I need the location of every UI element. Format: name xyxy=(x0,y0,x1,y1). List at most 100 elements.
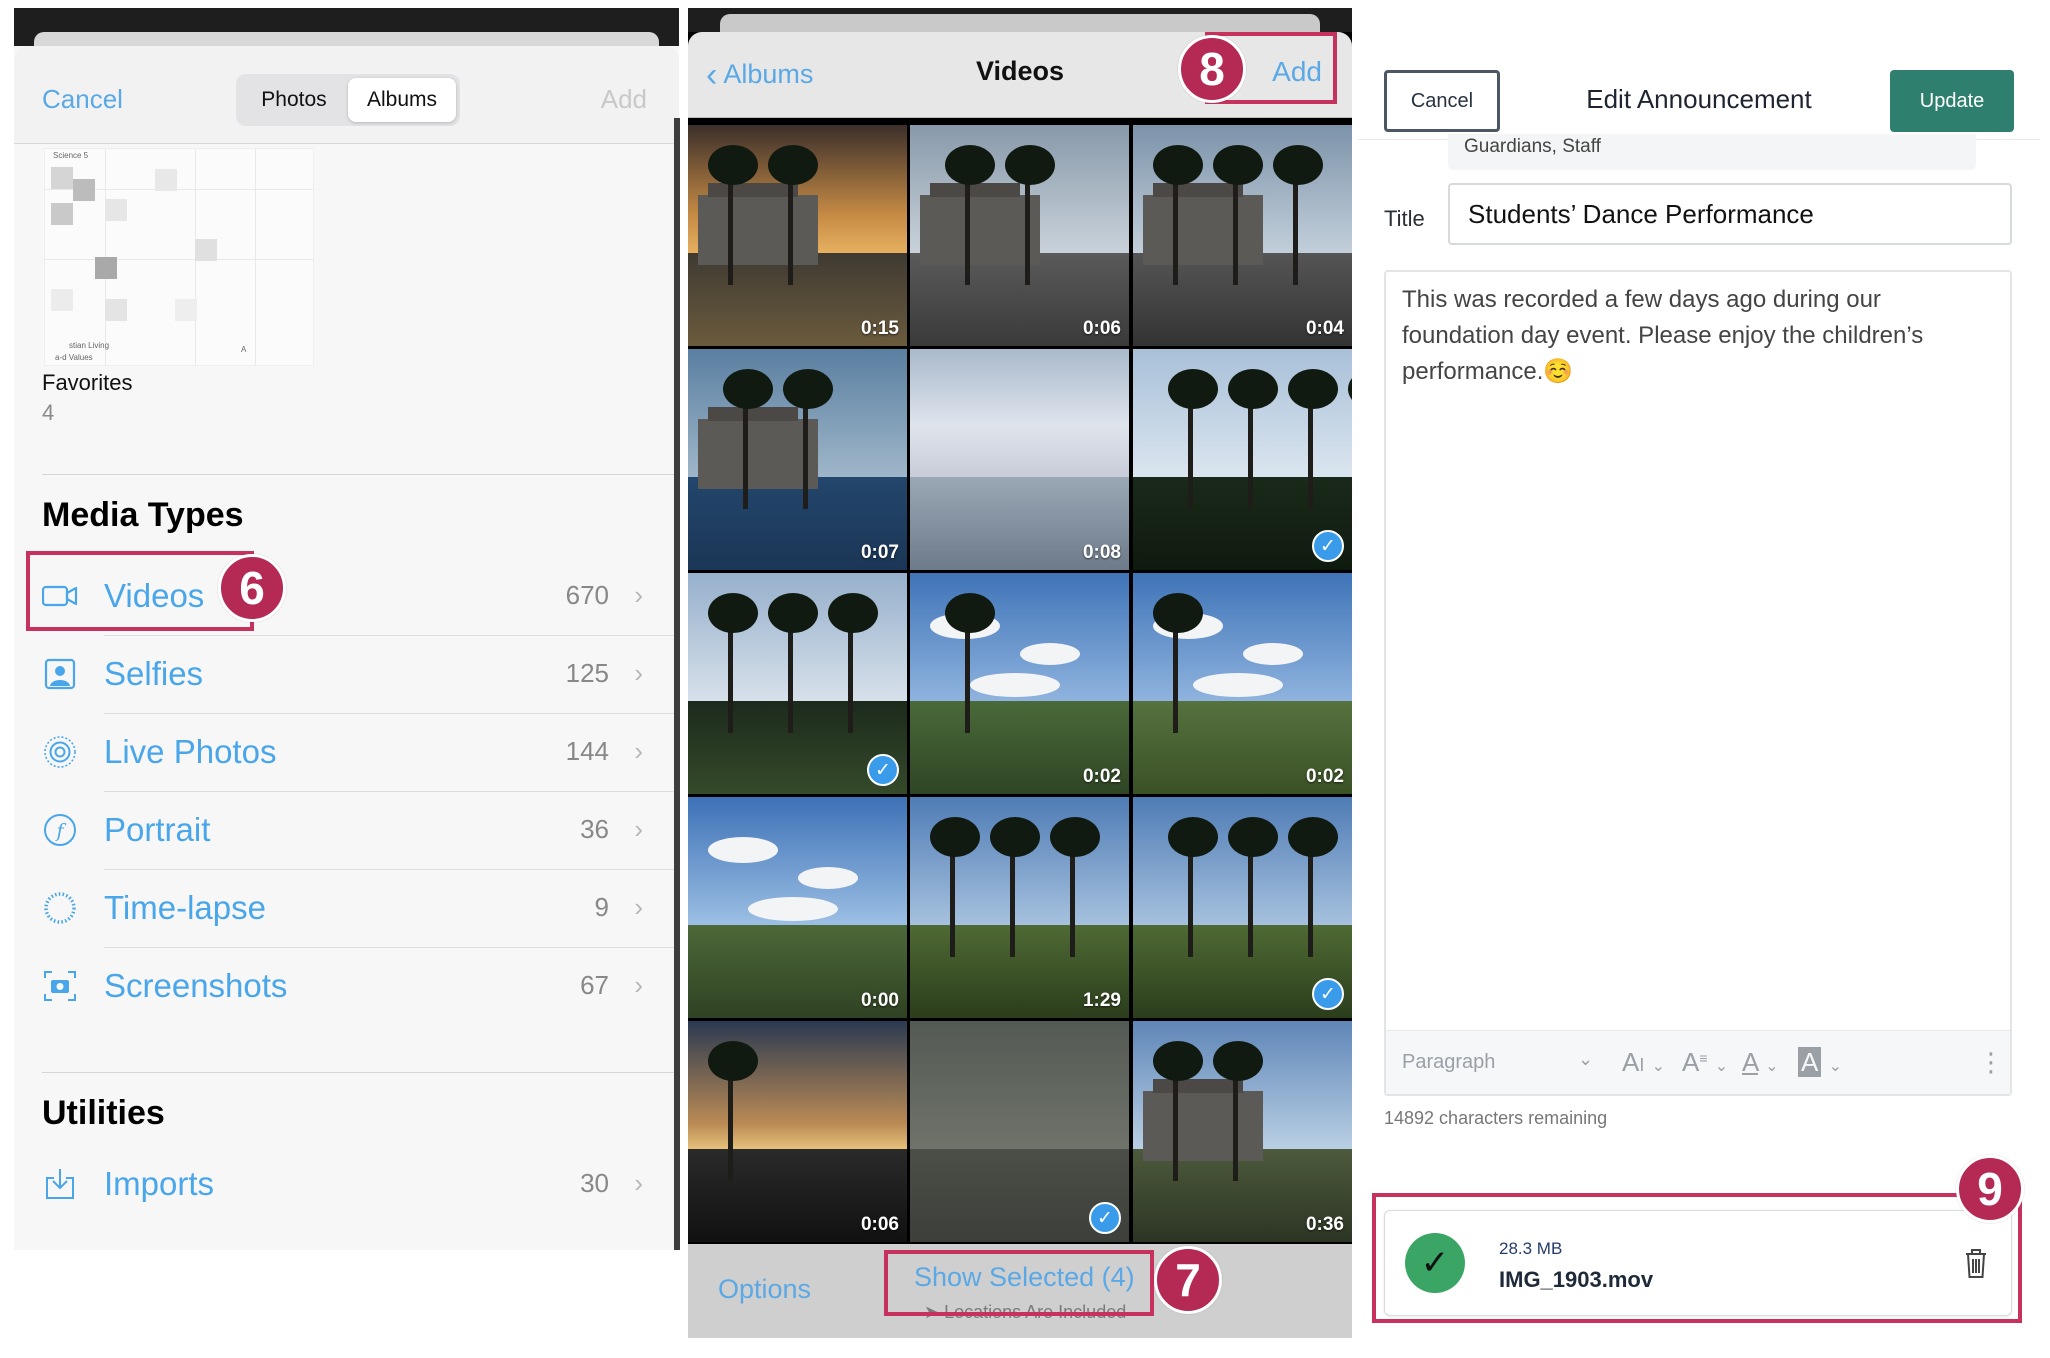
chevron-right-icon: › xyxy=(634,736,643,766)
paragraph-style-select[interactable]: Paragraph ⌄ xyxy=(1402,1049,1593,1074)
announcement-header: Cancel Edit Announcement Update xyxy=(1358,28,2040,140)
live-photo-icon xyxy=(44,736,76,768)
svg-text:f: f xyxy=(54,820,66,842)
show-selected-highlight-box xyxy=(884,1250,1154,1316)
thumbnail-text-2: stian Living xyxy=(69,341,110,350)
step-badge-7: 7 xyxy=(1154,1246,1222,1314)
media-types-header: Media Types xyxy=(42,496,244,534)
media-row-screenshots[interactable]: Screenshots 67 › xyxy=(14,948,679,1026)
utility-row-count: 30 xyxy=(580,1168,609,1198)
characters-remaining: 14892 characters remaining xyxy=(1384,1108,1608,1128)
editor-toolbar: Paragraph ⌄ AI ⌄ A≡ ⌄ A ⌄ A ⌄ ⋮ xyxy=(1386,1030,2010,1094)
video-thumbnail[interactable]: 0:06 xyxy=(910,125,1129,346)
chevron-right-icon: › xyxy=(634,970,643,1000)
media-row-count: 144 xyxy=(565,736,609,766)
cancel-button[interactable]: Cancel xyxy=(42,84,123,115)
title-label: Title xyxy=(1384,206,1425,231)
media-row-label: Time-lapse xyxy=(104,889,266,926)
audience-value: Guardians, Staff xyxy=(1464,136,1601,157)
video-grid-panel: ‹ Albums Videos Add 0:15 0:06 0:04 0:07 0:08… xyxy=(688,8,1352,1338)
video-duration: 0:06 xyxy=(1082,318,1121,339)
text-color-icon[interactable]: A ⌄ xyxy=(1742,1047,1779,1078)
video-thumbnail[interactable]: ✓ xyxy=(1133,797,1352,1018)
favorites-count: 4 xyxy=(42,400,55,425)
update-button[interactable]: Update xyxy=(1890,70,2014,132)
chevron-right-icon: › xyxy=(634,814,643,844)
status-strip xyxy=(14,8,679,52)
video-thumbnail[interactable]: 0:36 xyxy=(1133,1021,1352,1242)
chevron-right-icon: › xyxy=(634,892,643,922)
edit-announcement-panel: Cancel Edit Announcement Update Guardian… xyxy=(1358,8,2040,1328)
chevron-down-icon: ⌄ xyxy=(1578,1049,1594,1069)
thumbnail-text-1: Science 5 xyxy=(53,151,89,160)
favorites-album-thumbnail[interactable]: Science 5 stian Living a-d Values A xyxy=(44,148,314,366)
attachment-highlight-box xyxy=(1372,1193,2022,1323)
chevron-right-icon: › xyxy=(634,1168,643,1198)
step-badge-8: 8 xyxy=(1178,35,1246,103)
selected-checkmark-icon: ✓ xyxy=(1089,1202,1121,1234)
video-duration: 0:36 xyxy=(1305,1214,1344,1235)
video-thumbnail[interactable]: ✓ xyxy=(910,1021,1129,1242)
media-row-portrait[interactable]: f Portrait 36 › xyxy=(14,792,679,870)
media-row-time-lapse[interactable]: Time-lapse 9 › xyxy=(14,870,679,948)
audience-field[interactable]: Guardians, Staff xyxy=(1448,134,1976,170)
video-duration: 0:02 xyxy=(1082,766,1121,787)
status-strip xyxy=(688,8,1352,36)
media-row-label: Screenshots xyxy=(104,967,288,1004)
utility-row-imports[interactable]: Imports 30 › xyxy=(14,1146,679,1224)
media-row-live-photos[interactable]: Live Photos 144 › xyxy=(14,714,679,792)
screenshot-camera-icon xyxy=(44,971,76,1001)
media-row-count: 670 xyxy=(565,580,609,610)
selected-checkmark-icon: ✓ xyxy=(1312,978,1344,1010)
selfie-portrait-icon xyxy=(44,658,76,690)
video-thumbnail[interactable]: 0:08 xyxy=(910,349,1129,570)
media-row-count: 9 xyxy=(594,892,609,922)
timelapse-icon xyxy=(44,892,76,924)
segment-photos[interactable]: Photos xyxy=(240,78,348,122)
video-thumbnail[interactable]: 0:02 xyxy=(1133,573,1352,794)
media-row-count: 125 xyxy=(565,658,609,688)
video-duration: 0:02 xyxy=(1305,766,1344,787)
add-button-disabled[interactable]: Add xyxy=(601,84,647,115)
body-editor[interactable]: This was recorded a few days ago during … xyxy=(1384,270,2012,1096)
video-thumbnail[interactable]: 0:02 xyxy=(910,573,1129,794)
video-thumbnail[interactable]: 0:00 xyxy=(688,797,907,1018)
video-thumbnail[interactable]: 0:15 xyxy=(688,125,907,346)
title-input[interactable]: Students’ Dance Performance xyxy=(1448,183,2012,245)
body-text[interactable]: This was recorded a few days ago during … xyxy=(1402,282,1990,390)
thumbnail-text-3: a-d Values xyxy=(55,353,93,362)
media-row-count: 36 xyxy=(580,814,609,844)
video-thumbnail[interactable]: ✓ xyxy=(1133,349,1352,570)
video-duration: 0:08 xyxy=(1082,542,1121,563)
segment-albums[interactable]: Albums xyxy=(348,78,456,122)
cancel-button[interactable]: Cancel xyxy=(1384,70,1500,132)
video-thumbnail[interactable]: 0:07 xyxy=(688,349,907,570)
highlight-color-icon[interactable]: A ⌄ xyxy=(1798,1047,1842,1078)
video-thumbnail[interactable]: 0:06 xyxy=(688,1021,907,1242)
favorites-label[interactable]: Favorites xyxy=(42,370,132,396)
video-duration: 0:06 xyxy=(860,1214,899,1235)
chevron-right-icon: › xyxy=(634,580,643,610)
panel-divider xyxy=(674,118,680,1250)
options-button[interactable]: Options xyxy=(718,1274,811,1305)
divider xyxy=(42,474,679,475)
video-duration: 0:00 xyxy=(860,990,899,1011)
utilities-header: Utilities xyxy=(42,1094,165,1132)
photos-albums-segmented-control[interactable]: Photos Albums xyxy=(236,74,460,126)
media-row-count: 67 xyxy=(580,970,609,1000)
paragraph-style-label: Paragraph xyxy=(1402,1051,1496,1073)
video-thumbnail[interactable]: ✓ xyxy=(688,573,907,794)
step-badge-9: 9 xyxy=(1956,1155,2024,1223)
font-size-icon[interactable]: AI ⌄ xyxy=(1622,1047,1665,1078)
media-row-selfies[interactable]: Selfies 125 › xyxy=(14,636,679,714)
text-style-icon[interactable]: A≡ ⌄ xyxy=(1682,1047,1728,1078)
page-title: Edit Announcement xyxy=(1586,84,1812,114)
chevron-right-icon: › xyxy=(634,658,643,688)
media-row-label: Portrait xyxy=(104,811,211,848)
video-duration: 0:07 xyxy=(860,542,899,563)
video-thumbnail[interactable]: 0:04 xyxy=(1133,125,1352,346)
video-duration: 0:04 xyxy=(1305,318,1344,339)
more-options-icon[interactable]: ⋮ xyxy=(1978,1047,2004,1078)
video-thumbnail[interactable]: 1:29 xyxy=(910,797,1129,1018)
step-badge-6: 6 xyxy=(218,554,286,622)
